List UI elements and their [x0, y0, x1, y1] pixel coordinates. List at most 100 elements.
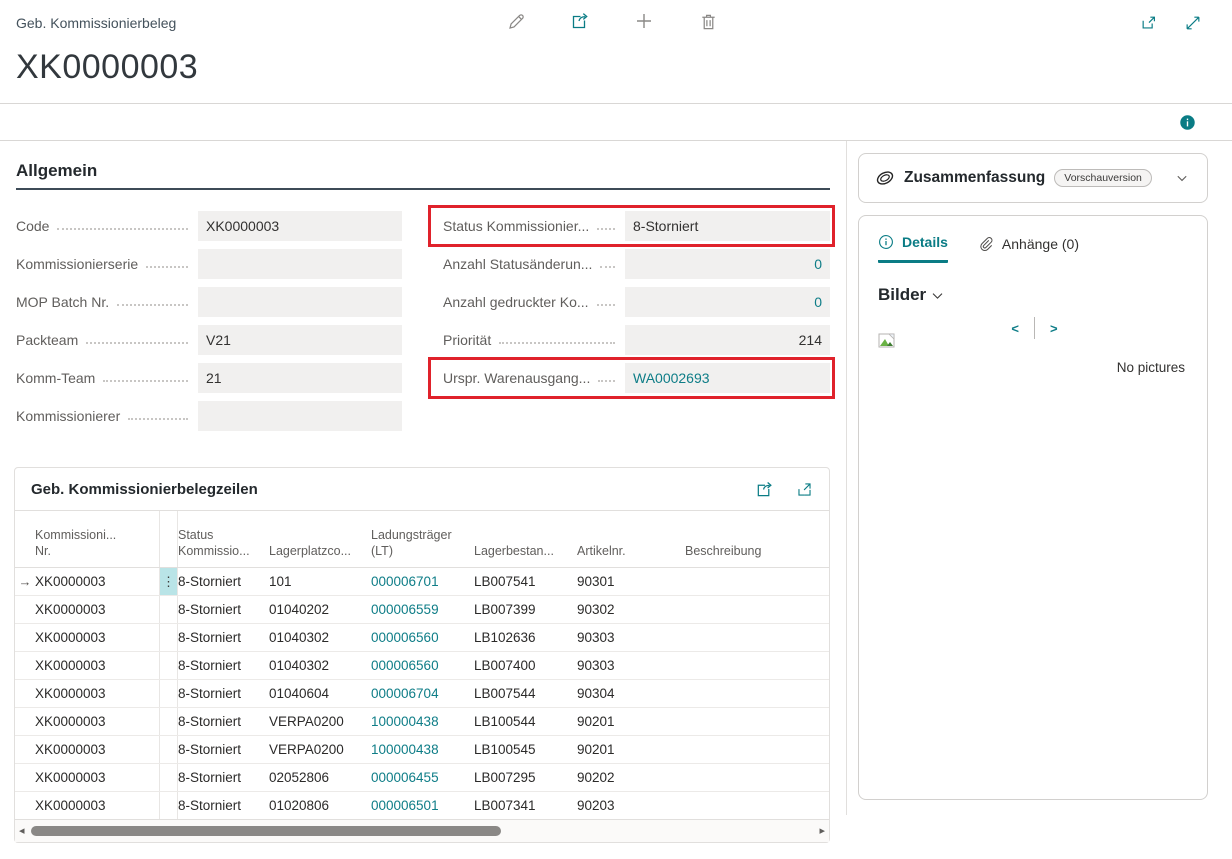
field-row-left-3: PackteamV21 [16, 325, 402, 355]
table-row[interactable]: XK00000038-StorniertVERPA0200100000438LB… [15, 736, 829, 764]
field-label: Kommissionierserie [16, 256, 138, 272]
col-header-ladungstraeger[interactable]: Ladungsträger(LT) [371, 527, 474, 568]
cell-ladungstraeger[interactable]: 100000438 [371, 742, 474, 757]
info-icon[interactable] [1176, 111, 1198, 133]
cell-lagerplatz: VERPA0200 [269, 714, 371, 729]
cell-ladungstraeger[interactable]: 000006560 [371, 658, 474, 673]
field-input-mop-batch-nr-[interactable] [198, 287, 402, 317]
field-input-urspr-warenausgang-[interactable]: WA0002693 [625, 363, 830, 393]
field-input-code[interactable]: XK0000003 [198, 211, 402, 241]
field-input-anzahl-status-nderun-[interactable]: 0 [625, 249, 830, 279]
prev-picture-button[interactable]: < [1011, 321, 1019, 336]
table-row[interactable]: XK00000038-Storniert01040302000006560LB0… [15, 652, 829, 680]
field-label: MOP Batch Nr. [16, 294, 109, 310]
col-header-status[interactable]: StatusKommissio... [178, 527, 269, 568]
field-value: 0 [814, 294, 822, 310]
chevron-down-icon[interactable] [1171, 167, 1193, 189]
tab-anhaenge[interactable]: Anhänge (0) [978, 234, 1079, 263]
new-icon[interactable] [633, 10, 655, 32]
cell-kommissionier-nr: XK0000003 [35, 742, 159, 757]
field-input-status-kommissionier-[interactable]: 8-Storniert [625, 211, 830, 241]
scroll-left-icon[interactable]: ◂ [19, 824, 25, 837]
field-input-packteam[interactable]: V21 [198, 325, 402, 355]
bilder-title: Bilder [878, 285, 926, 305]
cell-lagerbestand: LB102636 [474, 630, 577, 645]
cell-lagerbestand: LB007295 [474, 770, 577, 785]
cell-status: 8-Storniert [178, 714, 269, 729]
delete-icon[interactable] [697, 10, 719, 32]
scroll-right-icon[interactable]: ▸ [819, 824, 825, 837]
row-menu-icon[interactable]: ⋮ [159, 568, 178, 595]
lines-table-body: →XK0000003⋮8-Storniert101000006701LB0075… [15, 568, 829, 820]
dotted-leader [128, 418, 188, 420]
cell-ladungstraeger[interactable]: 000006701 [371, 574, 474, 589]
col-header-kommissionier-nr[interactable]: Kommissioni...Nr. [35, 527, 159, 568]
table-row[interactable]: →XK0000003⋮8-Storniert101000006701LB0075… [15, 568, 829, 596]
horizontal-scrollbar[interactable]: ◂ ▸ [15, 820, 829, 842]
cell-artikelnr: 90203 [577, 798, 685, 813]
share-icon[interactable] [569, 10, 591, 32]
cell-artikelnr: 90201 [577, 714, 685, 729]
page-title: XK0000003 [16, 48, 1232, 87]
summary-card[interactable]: Zusammenfassung Vorschauversion [858, 153, 1208, 203]
table-row[interactable]: XK00000038-Storniert01020806000006501LB0… [15, 792, 829, 820]
cell-kommissionier-nr: XK0000003 [35, 574, 159, 589]
table-row[interactable]: XK00000038-Storniert01040302000006560LB1… [15, 624, 829, 652]
table-row[interactable]: XK00000038-Storniert02052806000006455LB0… [15, 764, 829, 792]
cell-kommissionier-nr: XK0000003 [35, 770, 159, 785]
table-row[interactable]: XK00000038-Storniert01040604000006704LB0… [15, 680, 829, 708]
cell-status: 8-Storniert [178, 686, 269, 701]
dotted-leader [103, 380, 188, 382]
tab-details[interactable]: Details [878, 234, 948, 263]
field-input-anzahl-gedruckter-ko-[interactable]: 0 [625, 287, 830, 317]
col-header-lagerbestand[interactable]: Lagerbestan... [474, 543, 577, 567]
field-label: Anzahl Statusänderun... [443, 256, 592, 272]
dotted-leader [117, 304, 188, 306]
field-input-komm-team[interactable]: 21 [198, 363, 402, 393]
cell-ladungstraeger[interactable]: 000006455 [371, 770, 474, 785]
cell-kommissionier-nr: XK0000003 [35, 630, 159, 645]
col-header-row-menu [159, 511, 178, 567]
col-header-lagerplatz[interactable]: Lagerplatzco... [269, 543, 371, 567]
expand-fullscreen-icon[interactable] [1182, 12, 1204, 34]
field-row-left-5: Kommissionierer [16, 401, 402, 431]
cell-lagerbestand: LB100544 [474, 714, 577, 729]
field-value-link[interactable]: WA0002693 [633, 370, 710, 386]
cell-ladungstraeger[interactable]: 000006501 [371, 798, 474, 813]
cell-ladungstraeger[interactable]: 000006559 [371, 602, 474, 617]
section-title-allgemein[interactable]: Allgemein [16, 161, 830, 190]
scrollbar-thumb[interactable] [31, 826, 501, 836]
field-row-right-2: Anzahl gedruckter Ko...0 [428, 287, 830, 317]
bilder-header[interactable]: Bilder [878, 285, 1191, 305]
field-input-priorit-t[interactable]: 214 [625, 325, 830, 355]
cell-artikelnr: 90304 [577, 686, 685, 701]
col-header-artikelnr[interactable]: Artikelnr. [577, 543, 685, 567]
cell-lagerplatz: 01040302 [269, 630, 371, 645]
cell-status: 8-Storniert [178, 770, 269, 785]
cell-ladungstraeger[interactable]: 000006704 [371, 686, 474, 701]
table-row[interactable]: XK00000038-StorniertVERPA0200100000438LB… [15, 708, 829, 736]
lines-share-icon[interactable] [753, 478, 775, 500]
cell-status: 8-Storniert [178, 658, 269, 673]
edit-icon[interactable] [505, 10, 527, 32]
open-in-new-window-icon[interactable] [1138, 12, 1160, 34]
nav-divider [1034, 317, 1035, 339]
row-menu-cell [159, 680, 178, 707]
focus-mode-icon[interactable] [793, 478, 815, 500]
field-input-kommissionierserie[interactable] [198, 249, 402, 279]
cell-ladungstraeger[interactable]: 000006560 [371, 630, 474, 645]
cell-ladungstraeger[interactable]: 100000438 [371, 714, 474, 729]
table-row[interactable]: XK00000038-Storniert01040202000006559LB0… [15, 596, 829, 624]
col-header-beschreibung[interactable]: Beschreibung [685, 543, 829, 567]
lines-card-title[interactable]: Geb. Kommissionierbelegzeilen [31, 481, 258, 498]
cell-lagerbestand: LB007341 [474, 798, 577, 813]
preview-badge: Vorschauversion [1054, 169, 1152, 187]
factbox-rail: Zusammenfassung Vorschauversion Details … [846, 141, 1232, 815]
dotted-leader [598, 380, 615, 382]
field-input-kommissionierer[interactable] [198, 401, 402, 431]
breadcrumb[interactable]: Geb. Kommissionierbeleg [16, 15, 176, 31]
cell-kommissionier-nr: XK0000003 [35, 686, 159, 701]
cell-kommissionier-nr: XK0000003 [35, 798, 159, 813]
next-picture-button[interactable]: > [1050, 321, 1058, 336]
top-toolbar: Geb. Kommissionierbeleg [0, 0, 1232, 46]
